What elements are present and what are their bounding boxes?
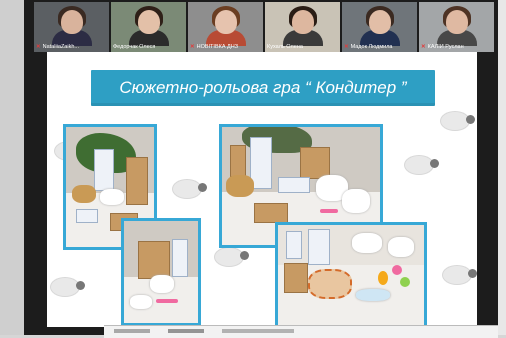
participant-name: Федорчак Олеся: [113, 44, 156, 50]
participant-tile[interactable]: ✕ КАЛІЙ Руслан: [419, 2, 494, 52]
participant-name-label: Кухаль Олена: [267, 44, 338, 51]
participant-name-label: ✕ NataliiaZaikh...: [36, 44, 107, 51]
desktop-left-edge: [0, 0, 24, 335]
participant-name-label: ✕ КАЛІЙ Руслан: [421, 44, 492, 51]
participant-face: [291, 10, 314, 34]
desktop-right-edge: [498, 0, 506, 335]
participant-name: NataliiaZaikh...: [42, 44, 79, 50]
participant-tile[interactable]: ✕ NataliiaZaikh...: [34, 2, 109, 52]
sheep-icon: [405, 156, 439, 174]
participant-name: КАЛІЙ Руслан: [427, 44, 464, 50]
participant-face: [60, 10, 83, 34]
participant-name: НОВІТІВКА ДНЗ: [196, 44, 239, 50]
slide-title-bar: Сюжетно-рольова гра “ Кондитер ”: [91, 70, 435, 106]
sheep-icon: [215, 248, 249, 266]
mic-muted-icon: ✕: [421, 44, 426, 50]
sheep-icon: [441, 112, 475, 130]
photo-baking-ingredients-4: [275, 222, 427, 327]
meeting-window: ✕ NataliiaZaikh... Федорчак Олеся ✕ НОВІТІВК…: [24, 0, 498, 335]
photo-baking-ingredients-3: [121, 218, 201, 326]
mic-muted-icon: ✕: [344, 44, 349, 50]
participant-tile[interactable]: Кухаль Олена: [265, 2, 340, 52]
participant-face: [368, 10, 391, 34]
mic-muted-icon: ✕: [190, 44, 195, 50]
participant-tile[interactable]: ✕ Мадок Людмила: [342, 2, 417, 52]
participant-face: [445, 10, 468, 34]
participant-name-label: Федорчак Олеся: [113, 44, 184, 51]
sheep-icon: [173, 180, 207, 198]
sheep-icon: [443, 266, 477, 284]
participant-name-label: ✕ НОВІТІВКА ДНЗ: [190, 44, 261, 51]
sheep-icon: [51, 278, 85, 296]
participant-face: [214, 10, 237, 34]
participant-name: Мадок Людмила: [350, 44, 393, 50]
participant-strip: ✕ NataliiaZaikh... Федорчак Олеся ✕ НОВІТІВК…: [34, 2, 494, 52]
participant-name-label: ✕ Мадок Людмила: [344, 44, 415, 51]
shared-slide: Сюжетно-рольова гра “ Кондитер ”: [47, 52, 477, 327]
slide-title: Сюжетно-рольова гра “ Кондитер ”: [119, 78, 407, 97]
participant-face: [137, 10, 160, 34]
secondary-window-edge: [104, 325, 498, 338]
mic-muted-icon: ✕: [36, 44, 41, 50]
participant-name: Кухаль Олена: [267, 44, 303, 50]
participant-tile[interactable]: ✕ НОВІТІВКА ДНЗ: [188, 2, 263, 52]
participant-tile[interactable]: Федорчак Олеся: [111, 2, 186, 52]
